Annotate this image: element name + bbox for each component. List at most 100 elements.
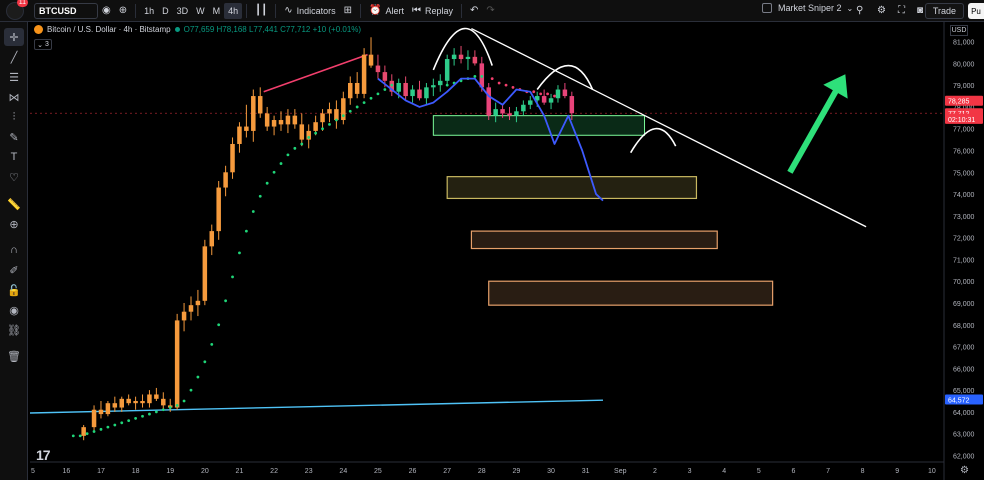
x-tick-label: 25	[374, 468, 382, 475]
chart-settings-icon[interactable]: ⚙	[960, 465, 969, 476]
candle-body	[493, 109, 498, 116]
y-tick-label: 77,000	[953, 127, 975, 134]
candle-body	[195, 300, 201, 306]
x-tick-label: 20	[201, 468, 209, 475]
candle-body	[375, 65, 381, 73]
candle-body	[382, 72, 388, 81]
y-tick-label: 79,000	[953, 83, 975, 90]
chevron-down-icon: ⌄	[37, 41, 43, 49]
psar-dot	[362, 101, 366, 104]
psar-dot	[203, 360, 207, 364]
candle-body	[91, 409, 97, 428]
psar-dot	[539, 92, 543, 96]
y-tick-label: 62,000	[953, 453, 975, 460]
y-tick-label: 76,000	[953, 149, 975, 156]
psar-dot	[189, 388, 193, 392]
y-tick-label: 66,000	[953, 366, 975, 373]
y-tick-label: 72,000	[953, 236, 975, 243]
candle-body	[147, 394, 152, 404]
candle-body	[555, 89, 561, 99]
psar-dot	[224, 299, 228, 303]
x-tick-label: 26	[409, 468, 417, 475]
psar-dot	[251, 210, 255, 213]
price-chart[interactable]: 62,000 63,000 64,000 65,000 66,000 67,000 68,0…	[0, 0, 984, 480]
x-tick-label: 27	[443, 468, 451, 475]
psar-dot	[321, 127, 324, 131]
chart-title[interactable]: Bitcoin / U.S. Dollar · 4h · Bitstamp	[47, 25, 171, 34]
candle-body	[424, 87, 429, 99]
psar-dot	[307, 136, 311, 139]
price-label: 02:10:31	[948, 117, 975, 124]
chart-legend: Bitcoin / U.S. Dollar · 4h · Bitstamp O7…	[34, 25, 364, 34]
psar-dot	[532, 90, 536, 94]
candle-body	[285, 115, 291, 125]
x-tick-label: 31	[582, 468, 590, 475]
x-tick-label: 24	[339, 468, 347, 475]
candle-body	[126, 398, 131, 404]
candle-body	[209, 231, 215, 247]
psar-dot	[113, 423, 117, 427]
candle-body	[396, 82, 401, 92]
y-tick-label: 70,000	[953, 279, 975, 286]
candle-body	[237, 126, 242, 144]
x-tick-label: 3	[688, 468, 692, 475]
psar-dot	[300, 142, 304, 146]
x-tick-label: 23	[305, 468, 313, 475]
candle-body	[444, 59, 450, 81]
psar-dot	[546, 92, 549, 96]
candle-body	[230, 143, 235, 173]
bitcoin-icon	[34, 25, 43, 34]
x-tick-label: 10	[928, 468, 936, 475]
candle-body	[98, 409, 104, 415]
candle-body	[133, 401, 138, 404]
price-label: 64,572	[948, 397, 970, 404]
psar-dot	[390, 83, 394, 87]
candle-body	[161, 398, 166, 406]
psar-dot	[473, 75, 477, 78]
candle-body	[154, 394, 159, 399]
candle-body	[403, 82, 408, 97]
support-zone-green	[432, 115, 646, 136]
x-tick-label: 29	[513, 468, 521, 475]
candle-body	[334, 109, 339, 121]
psar-dot	[497, 81, 501, 85]
candle-body	[368, 54, 374, 66]
candle-body	[112, 403, 118, 408]
candle-body	[320, 113, 325, 123]
candle-body	[223, 172, 228, 188]
price-label: 78,285	[948, 99, 970, 106]
psar-dot	[71, 434, 75, 438]
psar-dot	[314, 131, 318, 135]
x-tick-label: 7	[826, 468, 830, 475]
candle-body	[105, 403, 111, 415]
candle-body	[347, 82, 353, 99]
psar-dot	[265, 181, 269, 185]
psar-dot	[120, 421, 124, 425]
candle-body	[486, 87, 491, 116]
candle-body	[299, 124, 305, 140]
candle-body	[81, 427, 86, 436]
x-tick-label: 5	[757, 468, 761, 475]
psar-dot	[511, 85, 515, 89]
currency-selector[interactable]: USD	[950, 25, 968, 36]
x-tick-label: 30	[547, 468, 555, 475]
psar-dot	[148, 412, 151, 416]
indicator-toggle[interactable]: ⌄ 3	[34, 39, 52, 50]
y-tick-label: 69,000	[953, 301, 975, 308]
x-tick-label: 21	[236, 468, 244, 475]
x-tick-label: 9	[895, 468, 899, 475]
y-tick-label: 80,000	[953, 61, 975, 68]
candle-body	[507, 113, 512, 116]
candle-body	[361, 54, 367, 94]
x-tick-label: 5	[31, 468, 35, 475]
target-zone-3	[488, 280, 774, 306]
psar-dot	[480, 75, 484, 78]
y-tick-label: 81,000	[953, 40, 975, 47]
target-zone-1	[446, 176, 698, 200]
psar-dot	[334, 118, 338, 122]
psar-dot	[182, 399, 186, 403]
psar-dot	[328, 122, 331, 126]
candle-body	[271, 120, 277, 127]
psar-dot	[134, 417, 137, 420]
candle-body	[181, 311, 187, 321]
